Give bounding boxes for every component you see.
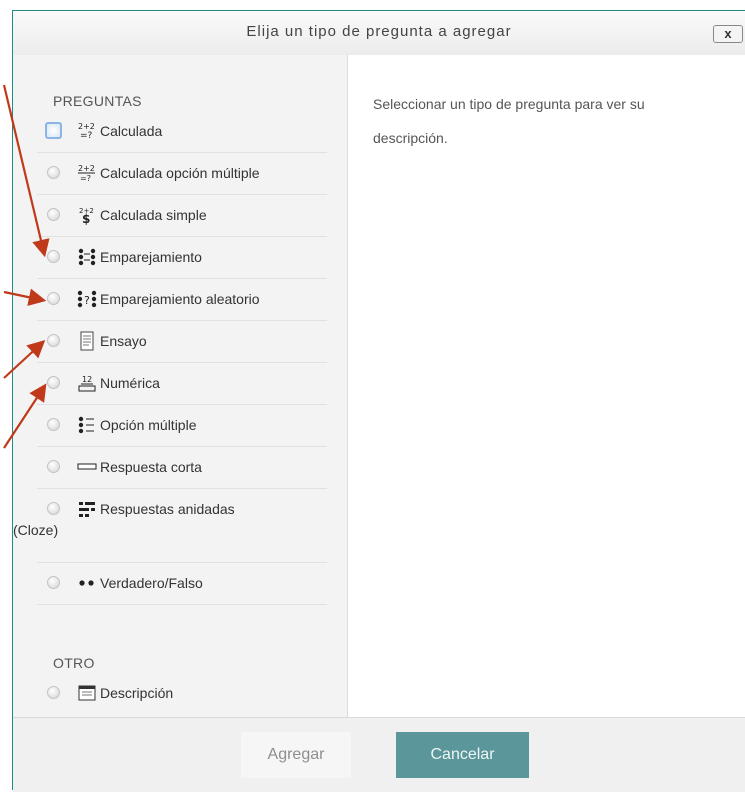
calculated-icon: 2+2 =? bbox=[77, 121, 97, 141]
question-type-list[interactable]: PREGUNTAS 2+2 =? Calculada 2+2 =? Calculad… bbox=[13, 55, 348, 717]
section-heading-otro: OTRO bbox=[53, 655, 95, 671]
radio-button[interactable] bbox=[47, 208, 60, 221]
svg-text:2+2: 2+2 bbox=[78, 164, 95, 173]
question-type-dialog: Elija un tipo de pregunta a agregar x PR… bbox=[12, 10, 745, 792]
svg-text:$: $ bbox=[82, 212, 90, 225]
matching-icon bbox=[77, 247, 97, 267]
option-calculada[interactable]: 2+2 =? Calculada bbox=[37, 111, 327, 153]
option-verdadero-falso[interactable]: Verdadero/Falso bbox=[37, 563, 327, 605]
dialog-titlebar: Elija un tipo de pregunta a agregar x bbox=[13, 11, 745, 56]
option-label: Opción múltiple bbox=[100, 417, 197, 433]
option-opcion-multiple[interactable]: Opción múltiple bbox=[37, 405, 327, 447]
option-label: Verdadero/Falso bbox=[100, 575, 203, 591]
radio-button[interactable] bbox=[47, 576, 60, 589]
option-emparejamiento[interactable]: Emparejamiento bbox=[37, 237, 327, 279]
option-label: Respuesta corta bbox=[100, 459, 202, 475]
calculated-multichoice-icon: 2+2 =? bbox=[77, 163, 97, 183]
add-button[interactable]: Agregar bbox=[241, 732, 351, 778]
radio-button[interactable] bbox=[47, 250, 60, 263]
close-button[interactable]: x bbox=[713, 25, 743, 43]
option-label: Calculada opción múltiple bbox=[100, 165, 260, 181]
radio-button[interactable] bbox=[47, 334, 60, 347]
cancel-button[interactable]: Cancelar bbox=[396, 732, 529, 778]
multichoice-icon bbox=[77, 415, 97, 435]
dialog-footer: Agregar Cancelar bbox=[13, 717, 745, 792]
radio-button[interactable] bbox=[47, 376, 60, 389]
option-calculada-simple[interactable]: 2+2 $ Calculada simple bbox=[37, 195, 327, 237]
svg-text:=?: =? bbox=[80, 131, 93, 141]
radio-button[interactable] bbox=[47, 166, 60, 179]
option-respuestas-anidadas[interactable]: Respuestas anidadas (Cloze) bbox=[13, 489, 327, 563]
radio-button[interactable] bbox=[47, 292, 60, 305]
essay-icon bbox=[77, 331, 97, 351]
dialog-title: Elija un tipo de pregunta a agregar bbox=[246, 23, 512, 40]
description-panel: Seleccionar un tipo de pregunta para ver… bbox=[348, 55, 745, 717]
radio-button[interactable] bbox=[47, 686, 60, 699]
option-label: Calculada bbox=[100, 123, 163, 139]
true-false-icon bbox=[77, 573, 97, 593]
radio-button[interactable] bbox=[45, 122, 62, 139]
svg-text:=?: =? bbox=[80, 174, 91, 183]
option-label: Respuestas anidadas bbox=[100, 501, 235, 517]
option-label: Emparejamiento aleatorio bbox=[100, 291, 260, 307]
option-numerica[interactable]: 12 Numérica bbox=[37, 363, 327, 405]
calculated-simple-icon: 2+2 $ bbox=[77, 205, 97, 226]
svg-text:12: 12 bbox=[82, 375, 92, 384]
section-heading-preguntas: PREGUNTAS bbox=[53, 93, 142, 109]
option-descripcion[interactable]: Descripción bbox=[37, 673, 327, 715]
option-label: Calculada simple bbox=[100, 207, 207, 223]
close-icon: x bbox=[724, 26, 732, 41]
option-label: Descripción bbox=[100, 685, 174, 701]
option-calculada-opcion-multiple[interactable]: 2+2 =? Calculada opción múltiple bbox=[37, 153, 327, 195]
description-icon bbox=[77, 683, 97, 703]
description-text: Seleccionar un tipo de pregunta para ver… bbox=[373, 96, 645, 146]
radio-button[interactable] bbox=[47, 460, 60, 473]
option-label: Emparejamiento bbox=[100, 249, 202, 265]
short-answer-icon bbox=[77, 457, 97, 477]
cloze-icon bbox=[77, 499, 97, 519]
option-emparejamiento-aleatorio[interactable]: ? Emparejamiento aleatorio bbox=[37, 279, 327, 321]
random-matching-icon: ? bbox=[77, 289, 97, 309]
svg-text:?: ? bbox=[84, 294, 90, 307]
option-ensayo[interactable]: Ensayo bbox=[37, 321, 327, 363]
numerical-icon: 12 bbox=[77, 373, 97, 393]
option-label-continuation: (Cloze) bbox=[13, 522, 59, 538]
option-respuesta-corta[interactable]: Respuesta corta bbox=[37, 447, 327, 489]
option-label: Ensayo bbox=[100, 333, 147, 349]
svg-text:2+2: 2+2 bbox=[78, 122, 95, 131]
radio-button[interactable] bbox=[47, 418, 60, 431]
radio-button[interactable] bbox=[47, 502, 60, 515]
option-label: Numérica bbox=[100, 375, 160, 391]
